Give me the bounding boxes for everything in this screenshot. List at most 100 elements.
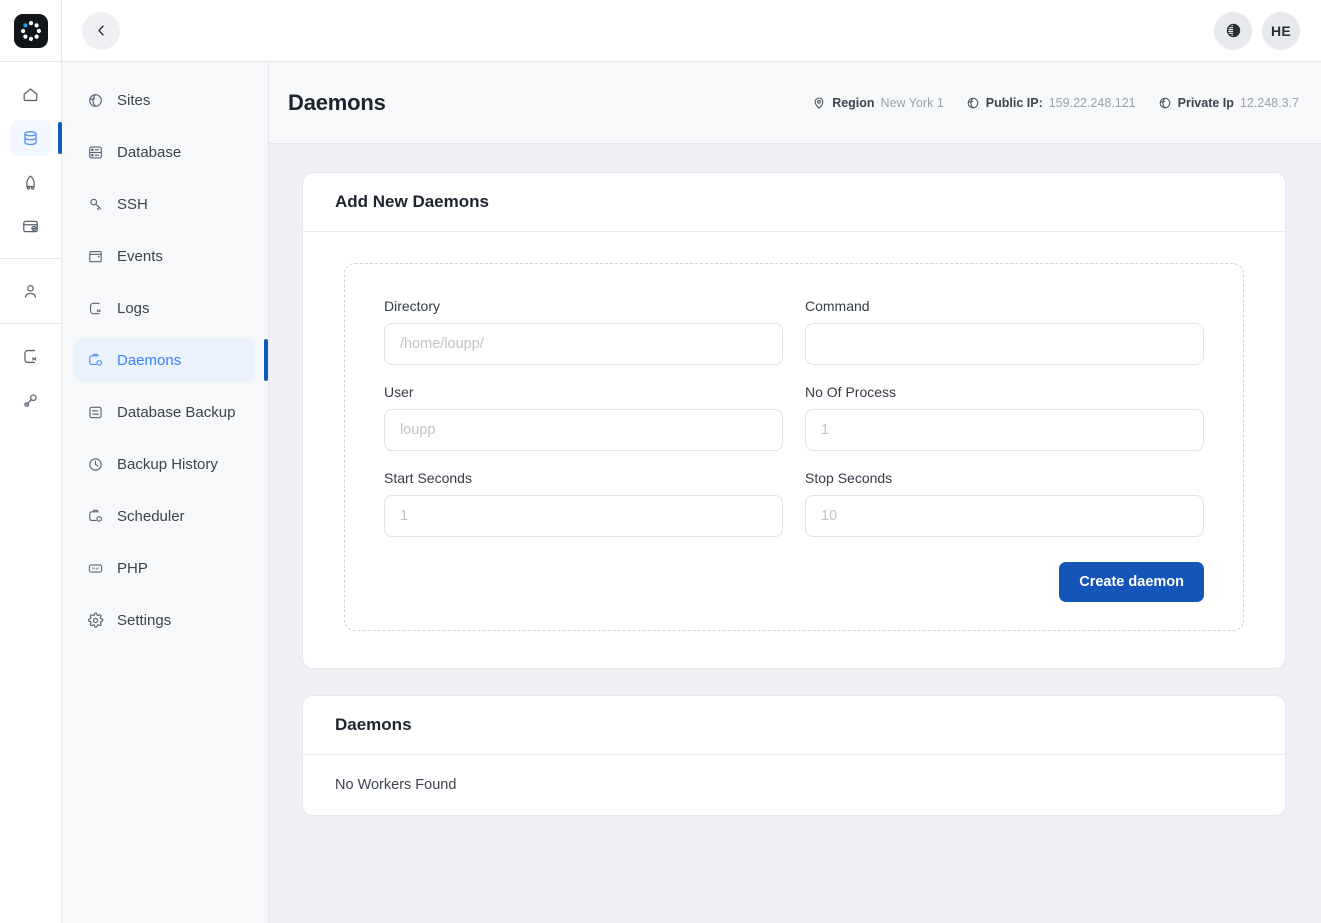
sidebar-item-label: Daemons (117, 351, 182, 369)
meta-value: New York 1 (880, 95, 944, 110)
field-user: User (384, 384, 783, 451)
key-icon (24, 393, 37, 407)
scheduler-icon (86, 507, 104, 525)
database-backup-icon (86, 403, 104, 421)
rail-item-account[interactable] (11, 273, 51, 309)
sidebar-item-backup-history[interactable]: Backup History (74, 442, 268, 486)
topbar-actions: HE (1214, 11, 1300, 50)
theme-toggle-button[interactable] (1214, 11, 1252, 50)
field-directory: Directory (384, 298, 783, 365)
meta-label: Public IP: (985, 95, 1043, 110)
meta-value: 159.22.248.121 (1048, 95, 1136, 110)
billing-icon (23, 220, 38, 232)
icon-rail (0, 0, 62, 923)
field-label: Start Seconds (384, 470, 472, 486)
sidebar-item-label: Settings (117, 611, 172, 629)
stop-seconds-input[interactable] (805, 495, 1204, 537)
field-start-seconds: Start Seconds (384, 470, 783, 537)
field-command: Command (805, 298, 1204, 365)
field-no-of-process: No Of Process (805, 384, 1204, 451)
scroll-region: Add New Daemons Directory Command (269, 144, 1321, 923)
start-seconds-input[interactable] (384, 495, 783, 537)
sidebar-item-settings[interactable]: Settings (74, 598, 268, 642)
user-input[interactable] (384, 409, 783, 451)
right-pane: HE Sites Database SSH Events Logs Daemon… (62, 0, 1321, 923)
sidebar-item-label: Sites (117, 91, 151, 109)
directory-input[interactable] (384, 323, 783, 365)
command-input[interactable] (805, 323, 1204, 365)
daemon-icon (86, 351, 104, 369)
add-daemons-card: Add New Daemons Directory Command (302, 172, 1286, 669)
add-daemons-body: Directory Command User (303, 232, 1285, 668)
rail-item-billing[interactable] (11, 208, 51, 244)
php-icon: PHP (86, 559, 104, 577)
database-icon (86, 143, 104, 161)
page-header: Daemons Region New York 1 Public IP: 159… (269, 62, 1321, 144)
sidebar-item-scheduler[interactable]: Scheduler (74, 494, 268, 538)
rail-item-logs[interactable] (11, 338, 51, 374)
content-area: Daemons Region New York 1 Public IP: 159… (269, 62, 1321, 923)
back-button[interactable] (82, 11, 120, 50)
sidebar-item-sites[interactable]: Sites (74, 78, 268, 122)
server-meta: Region New York 1 Public IP: 159.22.248.… (812, 96, 1299, 110)
history-icon (86, 455, 104, 473)
sidebar-item-database[interactable]: Database (74, 130, 268, 174)
servers-icon (24, 130, 37, 145)
meta-region: Region New York 1 (812, 96, 944, 110)
sidebar-item-label: SSH (117, 195, 148, 213)
sidebar-item-php[interactable]: PHP PHP (74, 546, 268, 590)
sidebar-item-label: Logs (117, 299, 150, 317)
sidebar-item-daemons[interactable]: Daemons (74, 338, 268, 382)
app-root: HE Sites Database SSH Events Logs Daemon… (0, 0, 1321, 923)
chevron-left-icon (97, 25, 104, 36)
sidebar-item-logs[interactable]: Logs (74, 286, 268, 330)
meta-private-ip: Private Ip 12.248.3.7 (1158, 96, 1299, 110)
daemon-form-grid: Directory Command User (384, 298, 1204, 537)
secondary-sidebar: Sites Database SSH Events Logs Daemons D… (62, 62, 269, 923)
field-stop-seconds: Stop Seconds (805, 470, 1204, 537)
logo-dots-icon (20, 20, 41, 41)
rail-item-servers[interactable] (10, 120, 62, 156)
app-logo[interactable] (0, 0, 62, 62)
body: Sites Database SSH Events Logs Daemons D… (62, 62, 1321, 923)
sidebar-item-ssh[interactable]: SSH (74, 182, 268, 226)
sidebar-item-label: Events (117, 247, 163, 265)
sidebar-item-events[interactable]: Events (74, 234, 268, 278)
daemon-form: Directory Command User (344, 263, 1244, 631)
contrast-icon (1226, 23, 1240, 38)
field-label: Command (805, 298, 870, 314)
logo-mark (13, 13, 48, 48)
field-label: User (384, 384, 414, 400)
rail-item-deployments[interactable] (11, 164, 51, 200)
rail-item-home[interactable] (11, 76, 51, 112)
globe-icon (966, 96, 980, 110)
sidebar-item-label: Database Backup (117, 403, 236, 421)
daemons-empty-state: No Workers Found (335, 777, 457, 793)
logs-icon (86, 299, 104, 317)
create-daemon-button[interactable]: Create daemon (1059, 562, 1204, 602)
location-pin-icon (812, 96, 826, 110)
field-label: Stop Seconds (805, 470, 893, 486)
daemons-list-title: Daemons (303, 696, 1285, 755)
logs-icon (24, 349, 37, 363)
daemons-list-card: Daemons No Workers Found (302, 695, 1286, 816)
form-actions: Create daemon (384, 562, 1204, 602)
meta-label: Private Ip (1177, 95, 1234, 110)
sidebar-item-database-backup[interactable]: Database Backup (74, 390, 268, 434)
calendar-icon (86, 247, 104, 265)
meta-label: Region (832, 95, 875, 110)
meta-value: 12.248.3.7 (1239, 95, 1299, 110)
home-icon (23, 87, 38, 101)
gear-icon (86, 611, 104, 629)
globe-icon (86, 91, 104, 109)
page-title: Daemons (288, 89, 386, 115)
rocket-icon (26, 175, 35, 190)
no-of-process-input[interactable] (805, 409, 1204, 451)
avatar[interactable]: HE (1262, 11, 1300, 50)
svg-text:PHP: PHP (91, 566, 99, 570)
sidebar-item-label: Scheduler (117, 507, 185, 525)
rail-account-group (0, 259, 62, 323)
meta-public-ip: Public IP: 159.22.248.121 (966, 96, 1136, 110)
rail-item-ssh-keys[interactable] (11, 382, 51, 418)
sidebar-item-label: Backup History (117, 455, 218, 473)
